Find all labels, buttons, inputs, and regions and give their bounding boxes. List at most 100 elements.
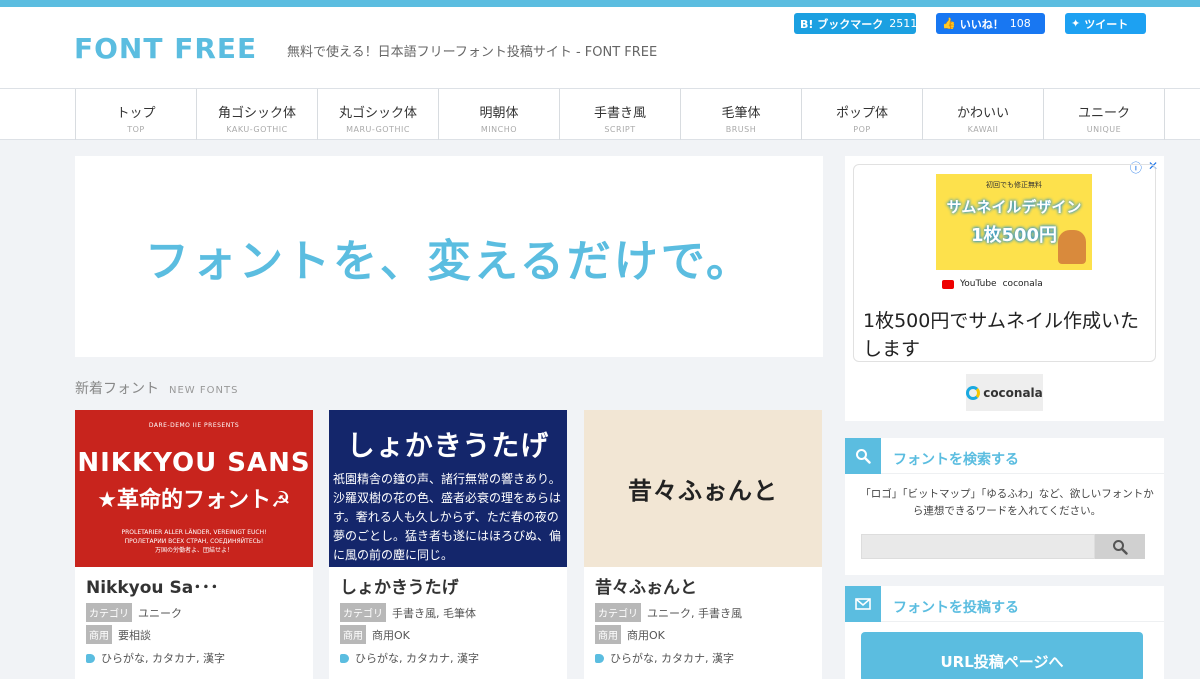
search-widget: フォントを検索する 「ロゴ」「ビットマップ」「ゆるふわ」など、欲しいフォントから… [845, 438, 1164, 575]
nav-item-label: 丸ゴシック体 [338, 106, 417, 121]
bear-mascot-icon [1058, 230, 1086, 264]
nav-item-pop[interactable]: ポップ体 POP [802, 89, 923, 140]
ad-image-text: サムネイルデザイン [946, 198, 1082, 216]
nav-item-sublabel: KAWAII [967, 125, 999, 134]
thumb-text-block: PROLETARIER ALLER LÄNDER, VEREINIGT EUCH… [75, 528, 313, 555]
category-tag: カテゴリ [86, 603, 132, 622]
font-thumbnail[interactable]: しょかきうたげ 祇園精舎の鐘の声、諸行無常の響きあり。沙羅双樹の花の色、盛者必衰… [329, 410, 567, 567]
font-card[interactable]: しょかきうたげ 祇園精舎の鐘の声、諸行無常の響きあり。沙羅双樹の花の色、盛者必衰… [329, 410, 567, 679]
ad-card[interactable]: 初回でも修正無料 サムネイルデザイン 1枚500円 YouTube cocona… [853, 164, 1156, 362]
nav-item-brush[interactable]: 毛筆体 BRUSH [681, 89, 802, 140]
category-value[interactable]: ユニーク [138, 605, 182, 621]
nav-item-label: ポップ体 [835, 106, 888, 121]
font-name[interactable]: しょかきうたげ [340, 573, 459, 598]
category-tag: カテゴリ [595, 603, 641, 622]
nav-item-kaku-gothic[interactable]: 角ゴシック体 KAKU-GOTHIC [197, 89, 318, 140]
category-value[interactable]: 手書き風, 毛筆体 [392, 605, 476, 621]
coconala-logo-icon [966, 385, 981, 400]
new-fonts-title: 新着フォント [75, 381, 159, 397]
thumb-text: 祇園精舎の鐘の声、諸行無常の響きあり。沙羅双樹の花の色、盛者必衰の理をあらはす。… [333, 472, 562, 562]
site-logo[interactable]: FONT FREE [74, 32, 257, 65]
chars-value: ひらがな, カタカナ, 漢字 [101, 652, 225, 665]
commercial-row: 商用 商用OK [595, 625, 665, 644]
thumb-text: DARE-DEMO IIE PRESENTS [148, 422, 240, 429]
post-widget: フォントを投稿する URL投稿ページへ [845, 586, 1164, 679]
thumbs-up-icon: 👍 [942, 17, 956, 30]
coconala-logo[interactable]: coconala [966, 374, 1043, 411]
thumb-text: ★革命的フォント☭ [97, 488, 291, 513]
category-row: カテゴリ ユニーク, 手書き風 [595, 603, 742, 622]
hatena-bookmark-count: 2511 [889, 17, 918, 30]
ad-image[interactable]: 初回でも修正無料 サムネイルデザイン 1枚500円 YouTube cocona… [936, 174, 1092, 298]
font-card[interactable]: DARE-DEMO IIE PRESENTS NIKKYOU SANS ★革命的… [75, 410, 313, 679]
search-input[interactable] [861, 534, 1095, 559]
facebook-like-button[interactable]: 👍 いいね！ 108 [936, 13, 1045, 34]
chars-value: ひらがな, カタカナ, 漢字 [355, 652, 479, 665]
search-description: 「ロゴ」「ビットマップ」「ゆるふわ」など、欲しいフォントから連想できるワードを入… [860, 488, 1154, 517]
nav-item-sublabel: KAKU-GOTHIC [226, 125, 288, 134]
nav-item-sublabel: BRUSH [725, 125, 757, 134]
nav-item-mincho[interactable]: 明朝体 MINCHO [439, 89, 560, 140]
search-icon [845, 438, 881, 474]
coconala-logo-text: coconala [983, 385, 1043, 400]
commercial-tag: 商用 [86, 625, 112, 644]
nav-item-label: 角ゴシック体 [217, 106, 296, 121]
commercial-tag: 商用 [340, 625, 366, 644]
tag-icon [340, 653, 349, 663]
nav-item-sublabel: POP [853, 125, 871, 134]
nav-item-top[interactable]: トップ TOP [76, 89, 197, 140]
nav-item-sublabel: UNIQUE [1086, 125, 1122, 134]
font-thumbnail[interactable]: DARE-DEMO IIE PRESENTS NIKKYOU SANS ★革命的… [75, 410, 313, 567]
hero-banner[interactable]: フォントを、変えるだけで。 [75, 156, 823, 357]
font-thumbnail[interactable]: 昔々ふぉんと [584, 410, 822, 567]
hero-banner-text: フォントを、変えるだけで。 [145, 235, 753, 287]
commercial-value: 商用OK [372, 628, 410, 642]
sidebar-ad[interactable]: ⓘ ✕ 初回でも修正無料 サムネイルデザイン 1枚500円 YouTube co… [845, 156, 1164, 421]
nav-item-kawaii[interactable]: かわいい KAWAII [923, 89, 1044, 140]
tweet-label: ツイート [1084, 17, 1129, 31]
nav-item-sublabel: MARU-GOTHIC [346, 125, 410, 134]
nav-item-script[interactable]: 手書き風 SCRIPT [560, 89, 681, 140]
new-fonts-title-en: NEW FONTS [169, 385, 239, 396]
category-nav: トップ TOP 角ゴシック体 KAKU-GOTHIC 丸ゴシック体 MARU-GOTH… [0, 88, 1200, 140]
mail-icon [845, 586, 881, 622]
commercial-value: 要相談 [118, 628, 151, 642]
font-name[interactable]: Nikkyou Sa･･･ [86, 573, 219, 598]
commercial-value: 商用OK [627, 628, 665, 642]
facebook-like-count: 108 [1009, 17, 1031, 30]
url-post-button[interactable]: URL投稿ページへ [861, 632, 1143, 679]
nav-item-maru-gothic[interactable]: 丸ゴシック体 MARU-GOTHIC [318, 89, 439, 140]
nav-item-label: かわいい [956, 106, 1009, 121]
font-card[interactable]: 昔々ふぉんと 昔々ふぉんと カテゴリ ユニーク, 手書き風 商用 商用OK ひらがな… [584, 410, 822, 679]
thumb-text: NIKKYOU SANS [77, 448, 311, 478]
ad-text[interactable]: 1枚500円でサムネイル作成いたします [863, 307, 1143, 363]
ad-image-text: coconala [1002, 279, 1043, 289]
commercial-tag: 商用 [595, 625, 621, 644]
thumb-text: ПРОЛЕТАРИИ ВСЕХ СТРАН, СОЕДИНЯЙТЕСЬ! [124, 538, 264, 545]
thumb-text: しょかきうたげ [346, 429, 550, 462]
search-button[interactable] [1095, 534, 1145, 559]
top-accent-bar [0, 0, 1200, 7]
twitter-bird-icon: ✦ [1071, 17, 1081, 30]
thumb-text: PROLETARIER ALLER LÄNDER, VEREINIGT EUCH… [121, 529, 267, 536]
category-value[interactable]: ユニーク, 手書き風 [647, 605, 742, 621]
chars-row: ひらがな, カタカナ, 漢字 [86, 650, 225, 666]
category-tag: カテゴリ [340, 603, 386, 622]
nav-item-label: 明朝体 [479, 106, 519, 121]
font-name[interactable]: 昔々ふぉんと [595, 573, 697, 598]
widget-title: フォントを投稿する [893, 600, 1019, 616]
nav-item-label: 手書き風 [593, 106, 646, 121]
tweet-button[interactable]: ✦ ツイート [1065, 13, 1146, 34]
nav-item-label: 毛筆体 [721, 106, 761, 121]
ad-image-footer: YouTube coconala [936, 270, 1092, 298]
category-row: カテゴリ 手書き風, 毛筆体 [340, 603, 476, 622]
nav-item-unique[interactable]: ユニーク UNIQUE [1044, 89, 1165, 140]
hatena-bookmark-button[interactable]: B! ブックマーク 2511 [794, 13, 918, 34]
chars-row: ひらがな, カタカナ, 漢字 [340, 650, 479, 666]
chars-row: ひらがな, カタカナ, 漢字 [595, 650, 734, 666]
nav-item-label: ユニーク [1077, 106, 1130, 121]
thumb-text: 昔々ふぉんと [628, 477, 778, 505]
category-row: カテゴリ ユニーク [86, 603, 182, 622]
new-fonts-heading: 新着フォント NEW FONTS [75, 378, 238, 398]
nav-item-sublabel: MINCHO [480, 125, 518, 134]
